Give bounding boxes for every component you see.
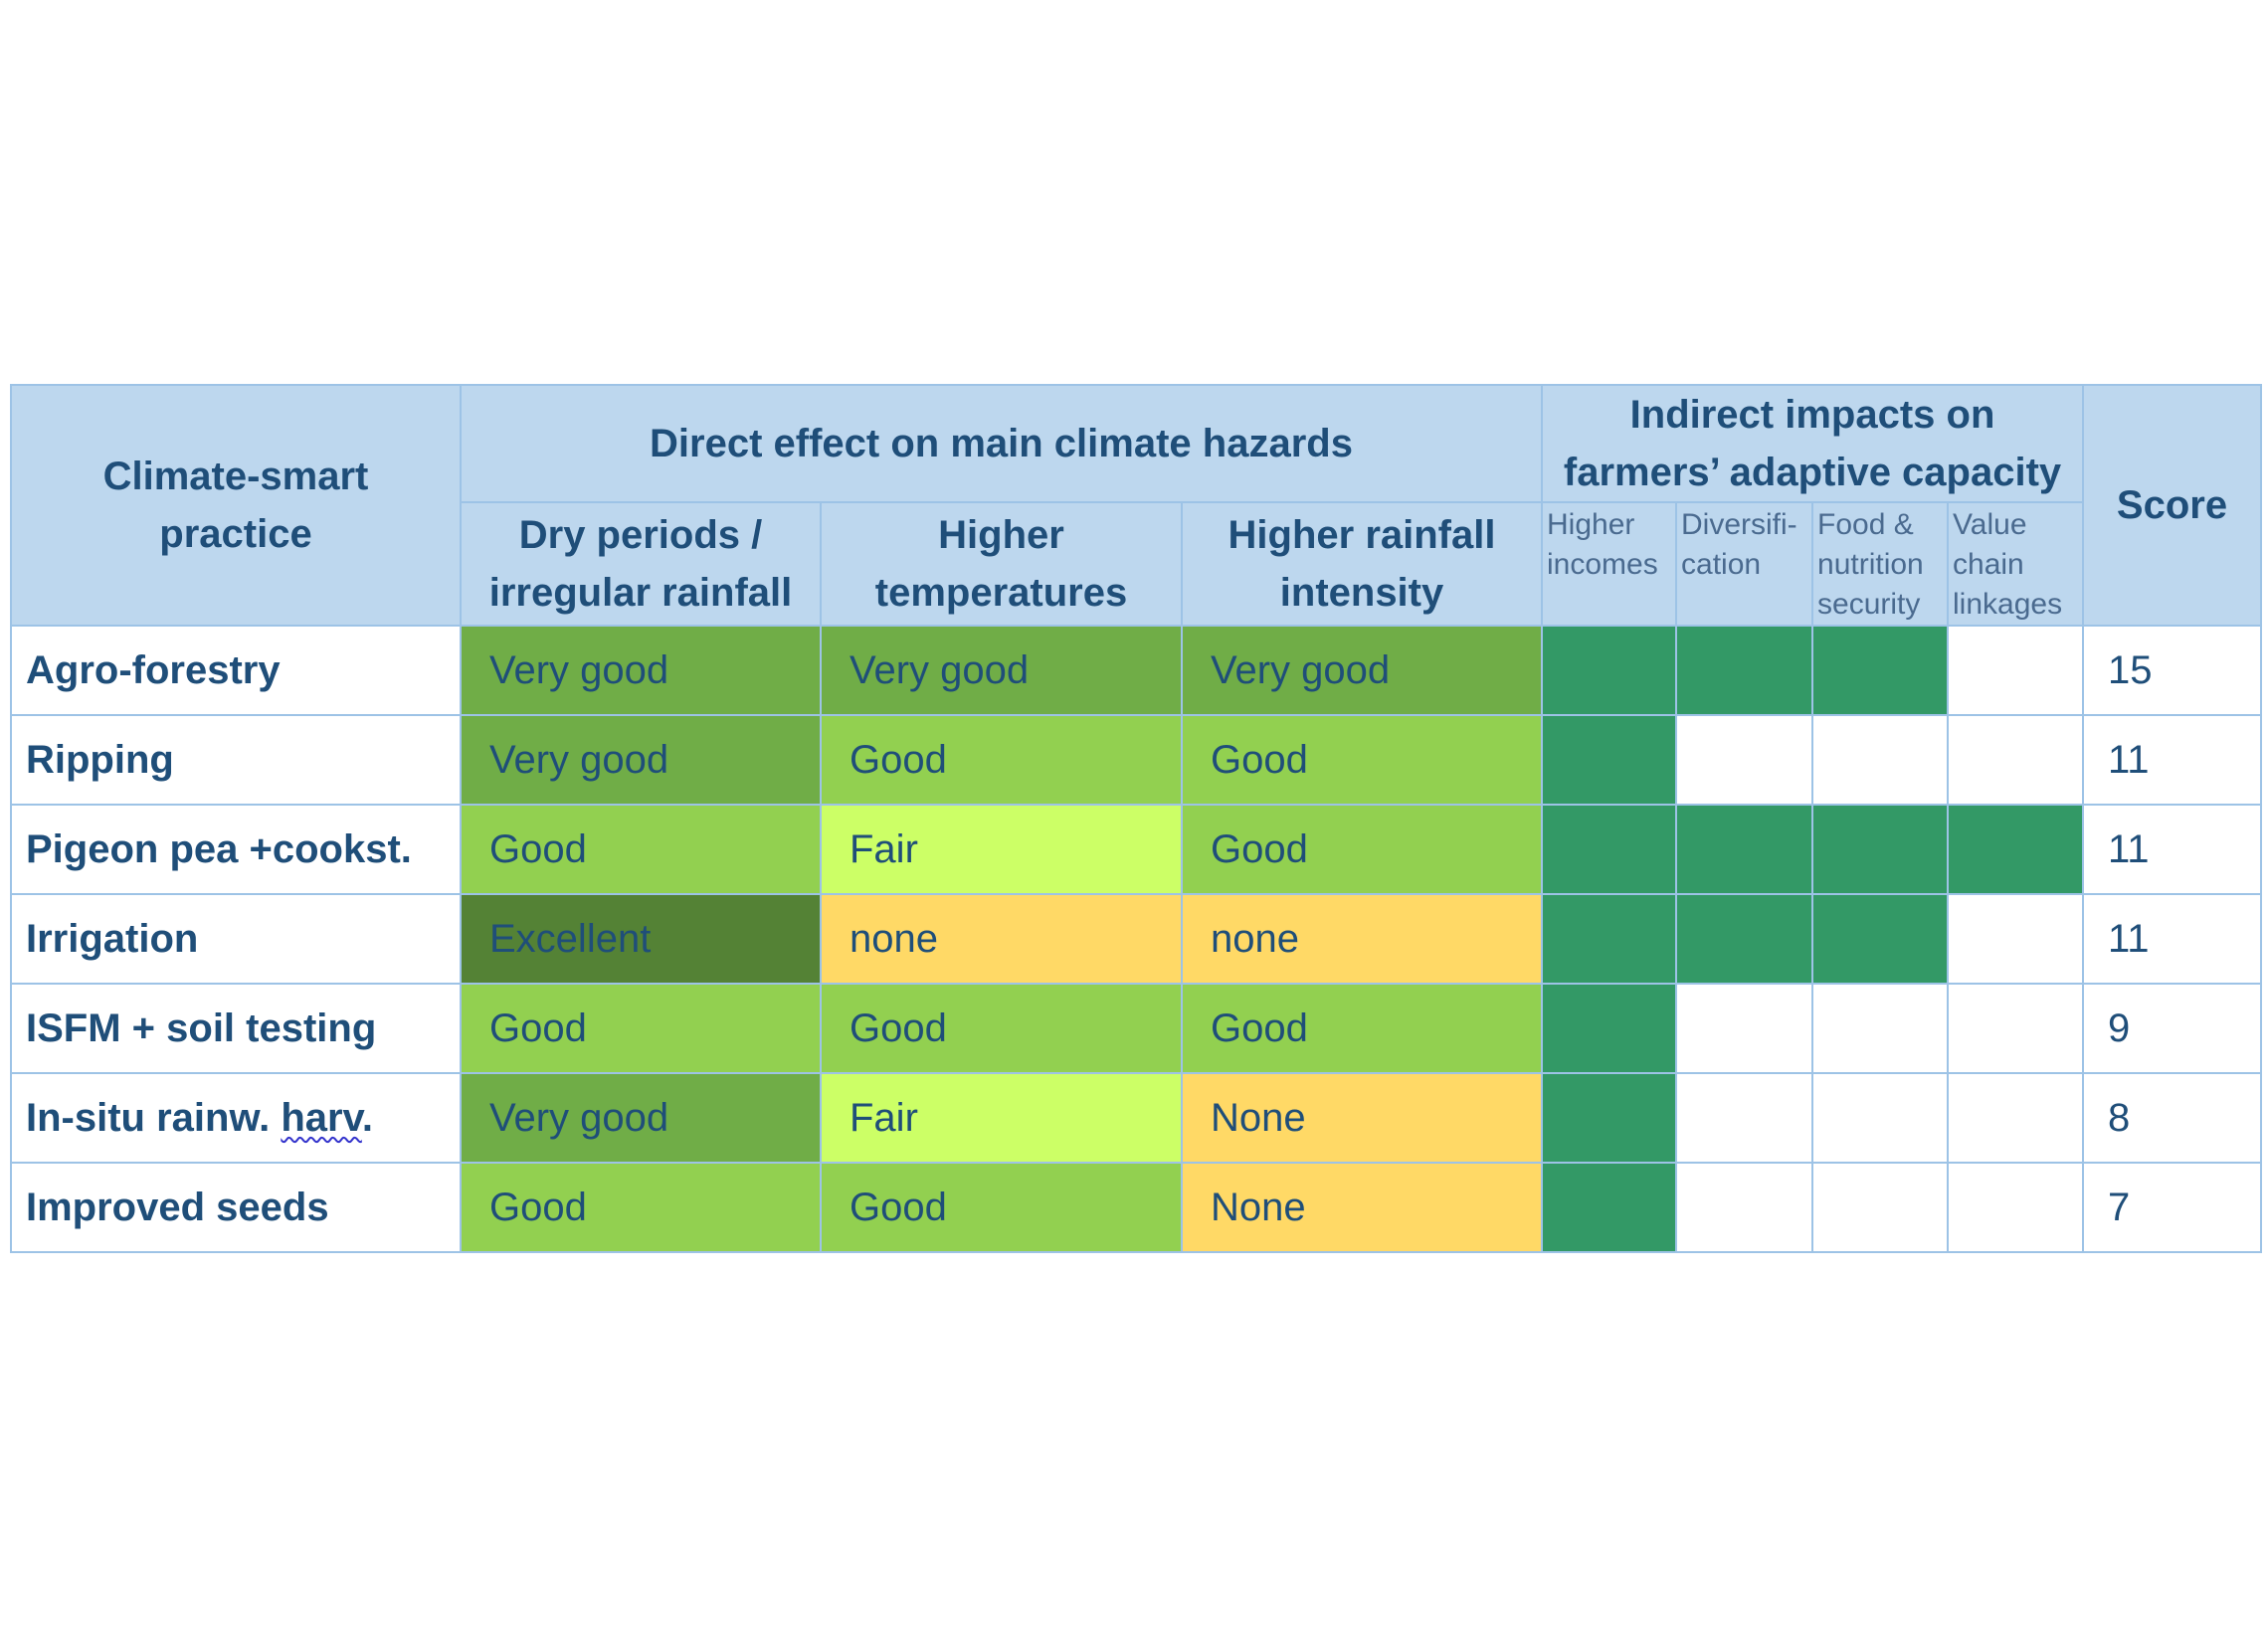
indirect-higher-incomes [1541, 714, 1678, 806]
header-higher-temperatures: Higher temperatures [820, 501, 1183, 627]
indirect-diversification [1675, 804, 1814, 895]
indirect-food-security [1811, 983, 1950, 1074]
indirect-higher-incomes [1541, 1162, 1678, 1253]
table-row: Agro-forestry Very good Very good Very g… [10, 625, 2263, 716]
rating-higher-rainfall: Good [1180, 714, 1544, 806]
indirect-food-security [1811, 625, 1950, 716]
practice-name: Pigeon pea +cookst. [10, 804, 462, 895]
table-row: Improved seeds Good Good None 7 [10, 1162, 2263, 1253]
header-higher-rainfall-intensity: Higher rainfall intensity [1180, 501, 1544, 627]
header-dry-periods: Dry periods / irregular rainfall [460, 501, 822, 627]
indirect-value-chain [1947, 625, 2085, 716]
indirect-food-security [1811, 804, 1950, 895]
rating-higher-rainfall: Good [1180, 804, 1544, 895]
practice-name: In-situ rainw. harv. [10, 1072, 462, 1164]
rating-higher-temperatures: Good [820, 1162, 1183, 1253]
indirect-food-security [1811, 1072, 1950, 1164]
rating-dry-periods: Very good [460, 714, 822, 806]
indirect-higher-incomes [1541, 804, 1678, 895]
rating-dry-periods: Good [460, 804, 822, 895]
rating-dry-periods: Good [460, 1162, 822, 1253]
indirect-value-chain [1947, 1072, 2085, 1164]
indirect-food-security [1811, 1162, 1950, 1253]
table-row: In-situ rainw. harv. Very good Fair None… [10, 1072, 2263, 1164]
score-value: 9 [2082, 983, 2263, 1074]
rating-higher-temperatures: Very good [820, 625, 1183, 716]
practice-name: Improved seeds [10, 1162, 462, 1253]
header-value-chain-linkages: Value chain linkages [1947, 501, 2085, 627]
practice-name: Ripping [10, 714, 462, 806]
indirect-value-chain [1947, 983, 2085, 1074]
indirect-diversification [1675, 893, 1814, 985]
practice-name-main: In-situ rainw. [26, 1095, 282, 1140]
indirect-diversification [1675, 714, 1814, 806]
table-row: ISFM + soil testing Good Good Good 9 [10, 983, 2263, 1074]
indirect-value-chain [1947, 1162, 2085, 1253]
practice-name: Agro-forestry [10, 625, 462, 716]
rating-higher-rainfall: None [1180, 1072, 1544, 1164]
indirect-higher-incomes [1541, 983, 1678, 1074]
indirect-value-chain [1947, 714, 2085, 806]
score-value: 8 [2082, 1072, 2263, 1164]
indirect-diversification [1675, 983, 1814, 1074]
header-diversification: Diversifi-cation [1675, 501, 1814, 627]
rating-higher-rainfall: Good [1180, 983, 1544, 1074]
table-row: Pigeon pea +cookst. Good Fair Good 11 [10, 804, 2263, 895]
score-value: 15 [2082, 625, 2263, 716]
indirect-value-chain [1947, 893, 2085, 985]
indirect-diversification [1675, 1072, 1814, 1164]
rating-dry-periods: Good [460, 983, 822, 1074]
indirect-value-chain [1947, 804, 2085, 895]
rating-dry-periods: Very good [460, 1072, 822, 1164]
rating-higher-temperatures: Good [820, 714, 1183, 806]
spellcheck-flagged-word[interactable]: harv [281, 1096, 362, 1140]
indirect-higher-incomes [1541, 1072, 1678, 1164]
rating-higher-temperatures: Fair [820, 804, 1183, 895]
score-value: 11 [2082, 893, 2263, 985]
practice-name: ISFM + soil testing [10, 983, 462, 1074]
score-value: 7 [2082, 1162, 2263, 1253]
climate-smart-practices-table: Climate-smart practice Direct effect on … [10, 384, 2263, 1253]
header-food-nutrition-security: Food & nutrition security [1811, 501, 1950, 627]
indirect-higher-incomes [1541, 625, 1678, 716]
rating-higher-rainfall: None [1180, 1162, 1544, 1253]
rating-higher-temperatures: Good [820, 983, 1183, 1074]
header-direct-effects: Direct effect on main climate hazards [459, 384, 1544, 503]
rating-higher-rainfall: none [1180, 893, 1544, 985]
indirect-food-security [1811, 714, 1950, 806]
header-score: Score [2082, 384, 2263, 627]
indirect-diversification [1675, 1162, 1814, 1253]
practice-name: Irrigation [10, 893, 462, 985]
rating-higher-temperatures: Fair [820, 1072, 1183, 1164]
table-row: Irrigation Excellent none none 11 [10, 893, 2263, 985]
practice-name-tail: . [361, 1095, 373, 1140]
rating-higher-rainfall: Very good [1180, 625, 1544, 716]
indirect-higher-incomes [1541, 893, 1678, 985]
header-indirect-impacts: Indirect impacts on farmers’ adaptive ca… [1541, 384, 2085, 503]
indirect-diversification [1675, 625, 1814, 716]
rating-higher-temperatures: none [820, 893, 1183, 985]
score-value: 11 [2082, 804, 2263, 895]
indirect-food-security [1811, 893, 1950, 985]
rating-dry-periods: Very good [460, 625, 822, 716]
rating-dry-periods: Excellent [460, 893, 822, 985]
score-value: 11 [2082, 714, 2263, 806]
header-practice: Climate-smart practice [10, 384, 462, 627]
header-higher-incomes: Higher incomes [1541, 501, 1678, 627]
table-row: Ripping Very good Good Good 11 [10, 714, 2263, 806]
